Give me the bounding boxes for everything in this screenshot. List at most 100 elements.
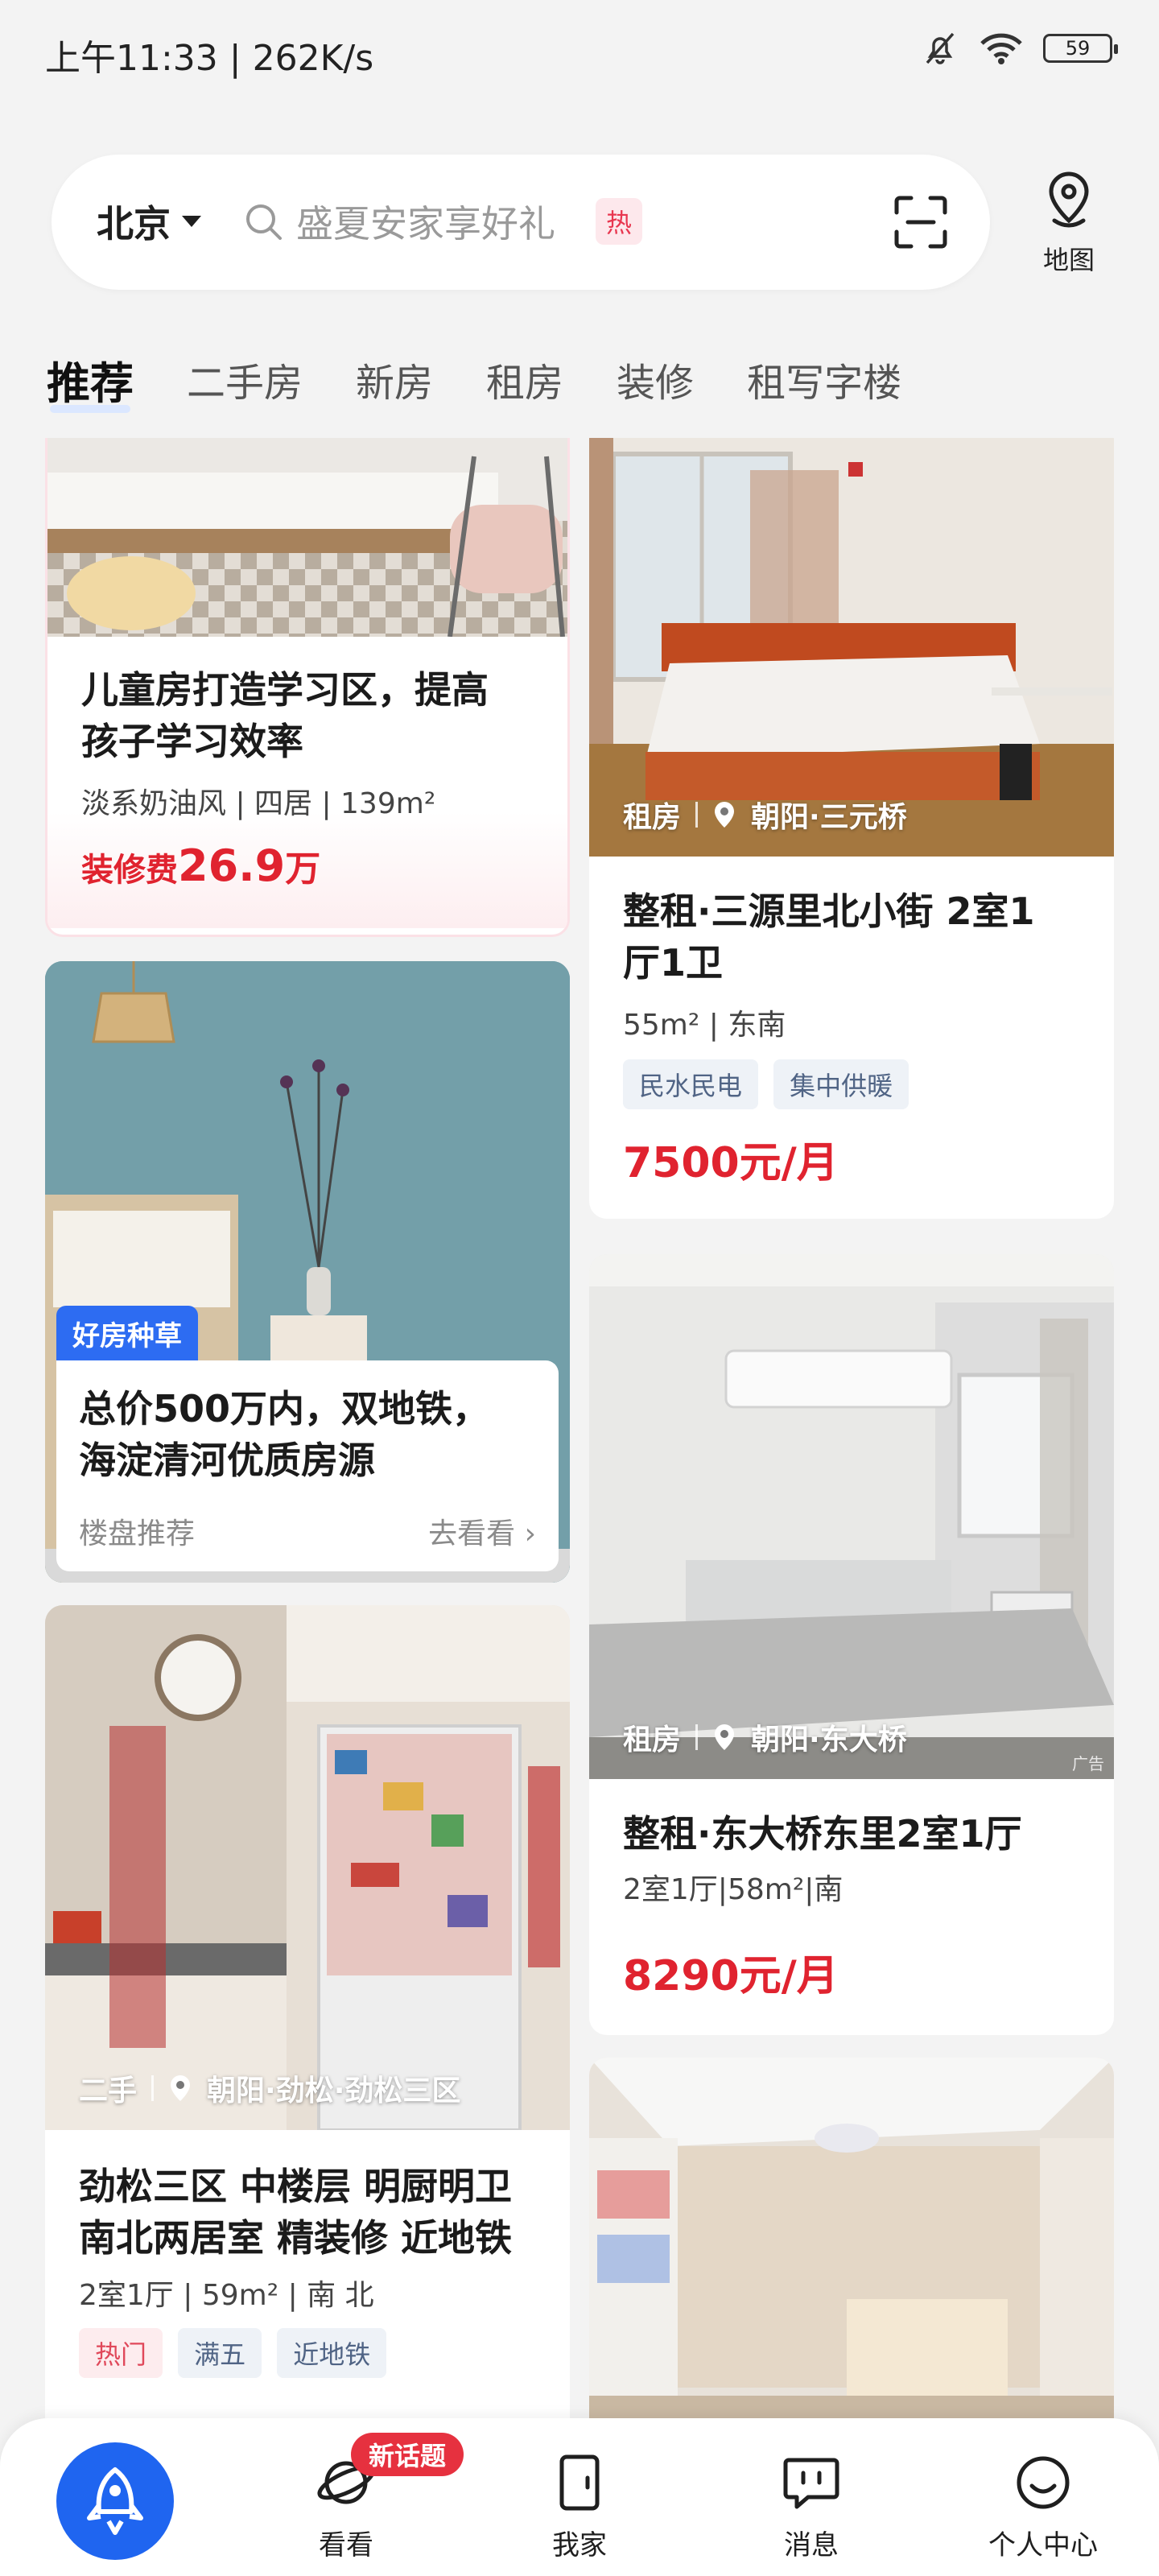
rent-type-1: 租房: [623, 801, 682, 834]
tab-office-rent[interactable]: 租写字楼: [747, 351, 901, 411]
divider: [695, 802, 699, 828]
recommend-footer: 楼盘推荐 去看看 ›: [79, 1510, 536, 1552]
ad-label: 广告: [1072, 1754, 1104, 1773]
recommend-info-box: 总价500万内，双地铁， 海淀清河优质房源 楼盘推荐 去看看 ›: [56, 1360, 559, 1571]
tab-renovation[interactable]: 装修: [617, 351, 694, 411]
map-label: 地图: [1042, 245, 1095, 275]
nav-label-my-home: 我家: [552, 2529, 607, 2562]
search-icon: [246, 204, 282, 240]
rent-photo-dongdaqiao: 租房 朝阳·东大桥 广告: [589, 1254, 1114, 1779]
wifi-icon: [980, 33, 1022, 64]
rent-location-overlay-2: 租房 朝阳·东大桥: [623, 1716, 907, 1758]
divider: [151, 2075, 155, 2101]
search-input[interactable]: 盛夏安家享好礼: [296, 195, 555, 248]
rent-title-1a: 整租·三源里北小街 2室1: [623, 890, 1035, 933]
second-hand-location-overlay: 二手 朝阳·劲松·劲松三区: [79, 2067, 460, 2109]
living-room-image: [589, 2058, 1114, 2418]
location-pin-icon: [715, 802, 735, 828]
mute-bell-icon: [926, 32, 955, 64]
feed: 儿童房打造学习区，提高 孩子学习效率 淡系奶油风 | 四居 | 139m² 装修…: [0, 438, 1159, 2418]
bottom-nav: 看看 新话题 我家 消息 个人中心: [0, 2418, 1159, 2576]
rent-meta-2: 2室1厅|58m²|南: [623, 1873, 843, 1906]
chevron-down-icon: [182, 216, 201, 227]
renovation-price-prefix: 装修费: [81, 852, 178, 889]
tag-over-five-years: 满五: [178, 2328, 262, 2378]
kitchen-photo: 二手 朝阳·劲松·劲松三区: [45, 1605, 570, 2130]
tab-recommend[interactable]: 推荐: [47, 348, 134, 413]
divider: [695, 1724, 699, 1750]
nav-item-profile[interactable]: 个人中心: [979, 2450, 1107, 2562]
chevron-right-icon: ›: [524, 1517, 536, 1550]
rent-meta-1: 55m² | 东南: [623, 1009, 786, 1042]
city-selector[interactable]: 北京: [97, 195, 201, 248]
recommend-title-1: 总价500万内，双地铁，: [79, 1387, 490, 1430]
nav-item-my-home[interactable]: 我家: [515, 2450, 644, 2562]
rent-price-1: 7500元/月: [623, 1139, 839, 1187]
battery-icon: 59: [1043, 34, 1118, 63]
go-see-label: 去看看: [428, 1517, 516, 1550]
category-tabs: 推荐 二手房 新房 租房 装修 租写字楼: [47, 348, 955, 413]
smile-face-icon: [1017, 2456, 1070, 2509]
status-bar: 上午11:33 | 262K/s 59: [0, 0, 1159, 105]
map-button[interactable]: 地图: [1030, 171, 1107, 277]
second-hand-card[interactable]: 二手 朝阳·劲松·劲松三区 劲松三区 中楼层 明厨明卫 南北两居室 精装修 近地…: [45, 1605, 570, 2418]
renovation-meta: 淡系奶油风 | 四居 | 139m²: [81, 787, 436, 820]
second-hand-location: 朝阳·劲松·劲松三区: [207, 2074, 461, 2107]
battery-level: 59: [1065, 37, 1091, 60]
tag-civil-utilities: 民水民电: [623, 1059, 759, 1109]
kitchen-fridge-photo: [45, 1605, 570, 2130]
hot-badge: 热: [596, 198, 642, 245]
renovation-price: 装修费26.9万: [81, 840, 534, 928]
map-pin-icon: [1049, 171, 1089, 228]
rent-location-overlay-1: 租房 朝阳·三元桥: [623, 794, 907, 836]
tab-rent[interactable]: 租房: [486, 351, 563, 411]
tag-near-subway: 近地铁: [277, 2328, 387, 2378]
tag-central-heating: 集中供暖: [773, 1059, 909, 1109]
nav-label-profile: 个人中心: [988, 2529, 1098, 2562]
recommend-badge: 好房种草: [56, 1306, 198, 1361]
rent-card-dongdaqiao[interactable]: 租房 朝阳·东大桥 广告 整租·东大桥东里2室1厅 2室1厅|58m²|南 82…: [589, 1254, 1114, 2035]
city-label: 北京: [97, 202, 171, 246]
scan-icon[interactable]: [889, 190, 953, 254]
tab-new-house[interactable]: 新房: [356, 351, 433, 411]
second-hand-title-2: 南北两居室 精装修 近地铁: [79, 2216, 513, 2260]
rent-type-2: 租房: [623, 1724, 682, 1757]
recommend-card[interactable]: 好房种草 总价500万内，双地铁， 海淀清河优质房源 楼盘推荐 去看看 ›: [45, 961, 570, 1583]
search-bar[interactable]: 北京 盛夏安家享好礼 热: [52, 155, 990, 290]
living-room-card[interactable]: [589, 2058, 1114, 2418]
renovation-price-unit: 万: [285, 848, 321, 890]
renovation-body: 儿童房打造学习区，提高 孩子学习效率 淡系奶油风 | 四居 | 139m² 装修…: [47, 637, 567, 928]
rocket-icon: [87, 2467, 143, 2535]
second-hand-meta: 2室1厅 | 59m² | 南 北: [79, 2279, 374, 2312]
tag-hot: 热门: [79, 2328, 163, 2378]
rent-price-2: 8290元/月: [623, 1952, 839, 2000]
second-hand-type: 二手: [79, 2074, 138, 2107]
kids-room-illustration: [47, 438, 567, 637]
renovation-price-value: 26.9: [178, 840, 286, 891]
rent-tags-1: 民水民电 集中供暖: [623, 1059, 1080, 1109]
go-see-link[interactable]: 去看看 ›: [428, 1510, 536, 1552]
rent-card-sanyuanli[interactable]: 租房 朝阳·三元桥 整租·三源里北小街 2室1 厅1卫 55m² | 东南 民水…: [589, 438, 1114, 1219]
renovation-card[interactable]: 儿童房打造学习区，提高 孩子学习效率 淡系奶油风 | 四居 | 139m² 装修…: [45, 438, 570, 937]
rent-title-2: 整租·东大桥东里2室1厅: [623, 1812, 1022, 1856]
second-hand-tags: 热门 满五 近地铁: [79, 2328, 536, 2378]
rent-title-1b: 厅1卫: [623, 941, 724, 985]
nav-home-button[interactable]: [56, 2442, 174, 2560]
second-hand-title-1: 劲松三区 中楼层 明厨明卫: [79, 2165, 513, 2208]
status-time: 上午11:33 | 262K/s: [45, 38, 374, 79]
bedroom-photo: [47, 438, 567, 637]
bedroom-photo-dongdaqiao: [589, 1254, 1114, 1779]
renovation-title-1: 儿童房打造学习区，提高: [81, 668, 489, 712]
recommend-title-2: 海淀清河优质房源: [79, 1439, 375, 1482]
nav-item-messages[interactable]: 消息: [747, 2450, 876, 2562]
location-pin-icon: [171, 2075, 191, 2101]
rent-location-1: 朝阳·三元桥: [751, 801, 907, 834]
tab-second-hand[interactable]: 二手房: [187, 351, 303, 411]
new-topic-badge: 新话题: [351, 2433, 464, 2476]
recommend-footer-left: 楼盘推荐: [79, 1517, 196, 1550]
rent-location-2: 朝阳·东大桥: [751, 1724, 907, 1757]
living-room-photo-2: [589, 2058, 1114, 2418]
location-pin-icon: [715, 1724, 735, 1750]
status-icons: 59: [921, 29, 1118, 68]
renovation-title-2: 孩子学习效率: [81, 720, 303, 763]
